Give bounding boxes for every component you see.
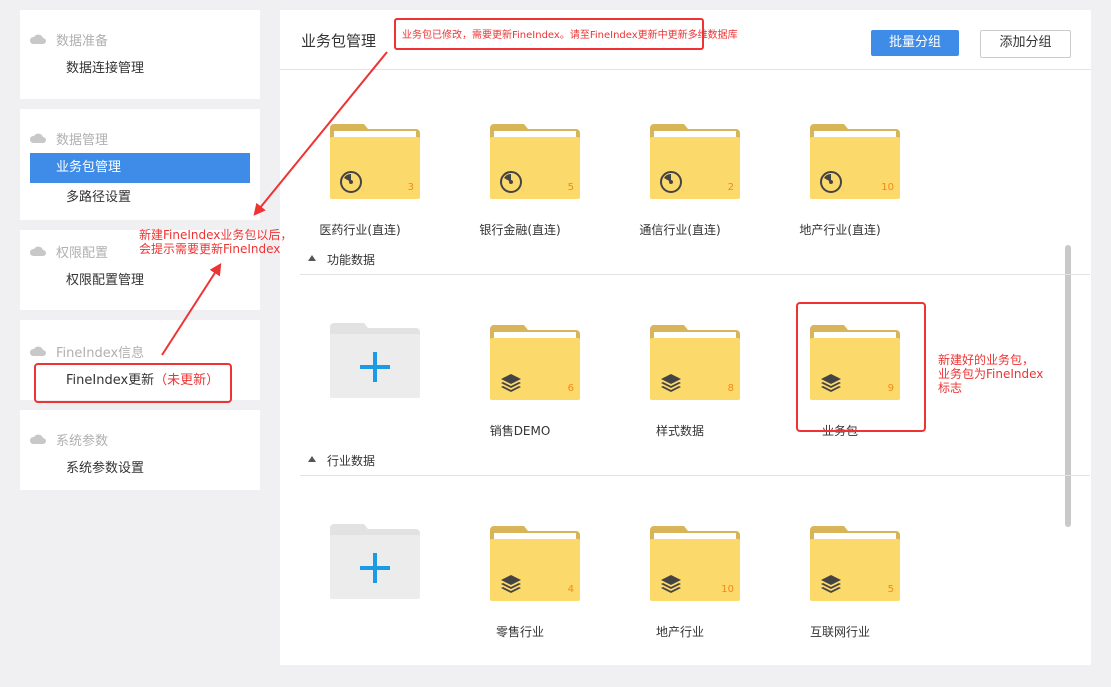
arrow-to-note <box>161 262 222 356</box>
arrow-to-note <box>253 51 388 216</box>
annotation-arrows <box>161 51 388 356</box>
